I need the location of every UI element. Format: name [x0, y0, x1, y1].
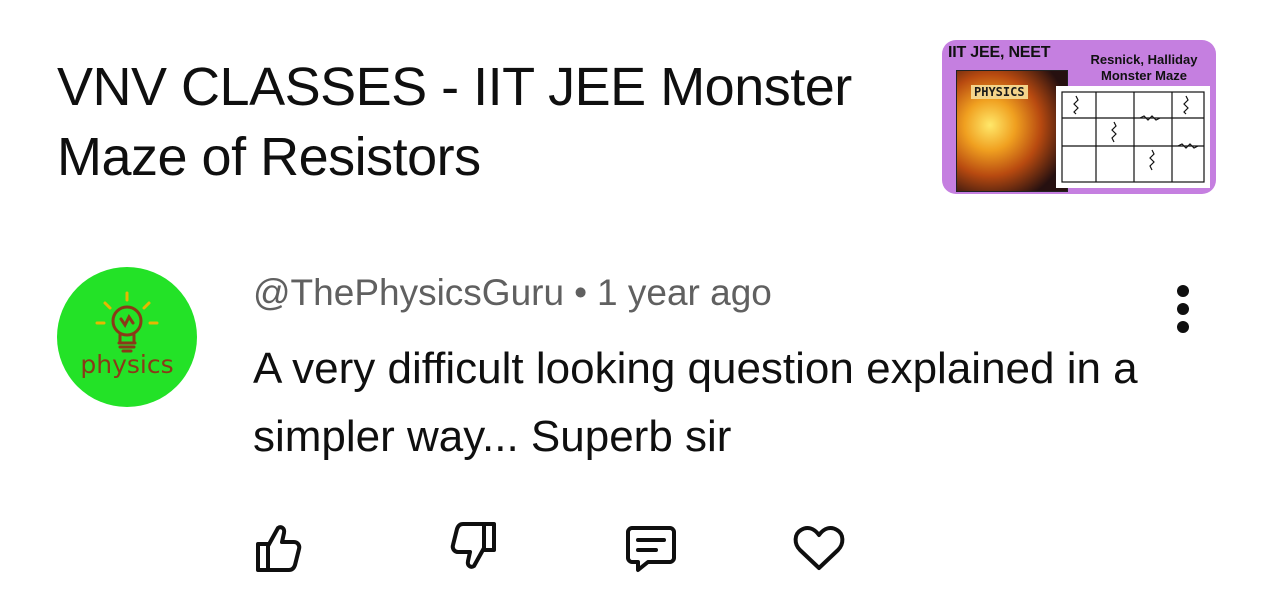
more-dot [1177, 321, 1189, 333]
video-thumbnail[interactable]: PHYSICS IIT JEE, NEET Resnick, Halliday … [942, 40, 1216, 194]
more-options-button[interactable] [1168, 283, 1200, 335]
avatar[interactable]: physics [57, 267, 197, 407]
reply-button[interactable] [622, 518, 680, 576]
more-dot [1177, 303, 1189, 315]
thumbnail-book-cover: PHYSICS [956, 70, 1068, 192]
comment-time: 1 year ago [597, 272, 772, 313]
comment-icon [626, 526, 676, 572]
video-title[interactable]: VNV CLASSES - IIT JEE Monster Maze of Re… [57, 52, 917, 192]
thumbnail-subtitle-line1: Resnick, Halliday [1090, 52, 1198, 67]
dislike-button[interactable] [446, 518, 504, 576]
thumbnail-book-label: PHYSICS [971, 85, 1028, 99]
avatar-label: physics [80, 350, 174, 379]
thumbs-down-icon [450, 522, 496, 569]
thumbnail-subtitle: Resnick, Halliday Monster Maze [1080, 52, 1208, 84]
comment-meta: @ThePhysicsGuru • 1 year ago [253, 272, 772, 314]
comment-text: A very difficult looking question explai… [253, 344, 1138, 461]
comment-author[interactable]: @ThePhysicsGuru [253, 272, 564, 313]
thumbnail-tag: IIT JEE, NEET [948, 44, 1051, 61]
heart-icon [793, 525, 845, 570]
meta-separator: • [574, 272, 588, 313]
thumbnail-subtitle-line2: Monster Maze [1101, 68, 1187, 83]
thumbnail-circuit-diagram [1056, 86, 1210, 188]
more-vertical-icon [1177, 285, 1189, 297]
thumbs-up-icon [256, 525, 302, 572]
heart-button[interactable] [790, 518, 848, 576]
lightbulb-icon [95, 291, 159, 353]
like-button[interactable] [248, 518, 306, 576]
